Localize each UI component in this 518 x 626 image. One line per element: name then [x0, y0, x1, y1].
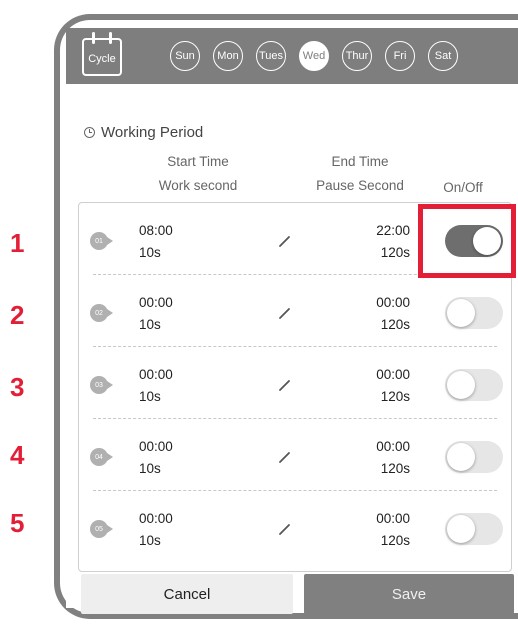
end-time: 00:00 — [376, 295, 410, 310]
period-row-4: 04 00:00 10s 00:00 120s — [79, 421, 511, 491]
pencil-icon[interactable] — [277, 449, 293, 465]
cycle-label: Cycle — [88, 53, 116, 65]
work-second: 10s — [139, 533, 161, 548]
end-time: 00:00 — [376, 511, 410, 526]
period-badge: 01 — [90, 232, 113, 250]
col-work-header: Work second — [158, 178, 238, 193]
end-time: 00:00 — [376, 439, 410, 454]
day-selector-bar: Cycle Sun Mon Tues Wed Thur Fri Sat — [66, 28, 518, 84]
period-badge: 04 — [90, 448, 113, 466]
period-toggle[interactable] — [445, 441, 503, 473]
day-mon-button[interactable]: Mon — [213, 41, 243, 71]
row-number-1: 1 — [10, 228, 25, 258]
row-number-2: 2 — [10, 300, 25, 330]
end-time: 00:00 — [376, 367, 410, 382]
pause-second: 120s — [380, 317, 410, 332]
pause-second: 120s — [380, 245, 410, 260]
period-row-5: 05 00:00 10s 00:00 120s — [79, 493, 511, 563]
save-button[interactable]: Save — [304, 574, 514, 614]
work-second: 10s — [139, 389, 161, 404]
pencil-icon[interactable] — [277, 521, 293, 537]
section-title: Working Period — [84, 124, 203, 141]
col-pause-header: Pause Second — [316, 178, 404, 193]
day-sun-button[interactable]: Sun — [170, 41, 200, 71]
day-thur-button[interactable]: Thur — [342, 41, 372, 71]
period-badge: 05 — [90, 520, 113, 538]
col-onoff-header: On/Off — [443, 180, 483, 195]
day-sat-button[interactable]: Sat — [428, 41, 458, 71]
period-badge: 02 — [90, 304, 113, 322]
pause-second: 120s — [380, 533, 410, 548]
pause-second: 120s — [380, 461, 410, 476]
start-time: 00:00 — [139, 439, 173, 454]
period-row-3: 03 00:00 10s 00:00 120s — [79, 349, 511, 419]
section-title-text: Working Period — [101, 124, 204, 141]
cancel-button[interactable]: Cancel — [81, 574, 293, 614]
end-time: 22:00 — [376, 223, 410, 238]
row-number-4: 4 — [10, 440, 25, 470]
start-time: 00:00 — [139, 511, 173, 526]
row-number-3: 3 — [10, 372, 25, 402]
day-wed-button[interactable]: Wed — [299, 41, 329, 71]
start-time: 00:00 — [139, 295, 173, 310]
period-toggle[interactable] — [445, 369, 503, 401]
cycle-calendar-icon[interactable]: Cycle — [82, 32, 122, 76]
day-tues-button[interactable]: Tues — [256, 41, 286, 71]
work-second: 10s — [139, 461, 161, 476]
col-end-header: End Time — [331, 154, 389, 169]
row-number-5: 5 — [10, 508, 25, 538]
period-toggle[interactable] — [445, 297, 503, 329]
period-row-2: 02 00:00 10s 00:00 120s — [79, 277, 511, 347]
working-period-panel: Cycle Sun Mon Tues Wed Thur Fri Sat Work… — [66, 28, 518, 608]
start-time: 08:00 — [139, 223, 173, 238]
period-toggle[interactable] — [445, 513, 503, 545]
work-second: 10s — [139, 245, 161, 260]
clock-icon — [84, 127, 95, 138]
pencil-icon[interactable] — [277, 233, 293, 249]
day-fri-button[interactable]: Fri — [385, 41, 415, 71]
pencil-icon[interactable] — [277, 305, 293, 321]
pencil-icon[interactable] — [277, 377, 293, 393]
pause-second: 120s — [380, 389, 410, 404]
toggle-highlight-box — [418, 204, 516, 278]
start-time: 00:00 — [139, 367, 173, 382]
period-badge: 03 — [90, 376, 113, 394]
work-second: 10s — [139, 317, 161, 332]
col-start-header: Start Time — [167, 154, 229, 169]
